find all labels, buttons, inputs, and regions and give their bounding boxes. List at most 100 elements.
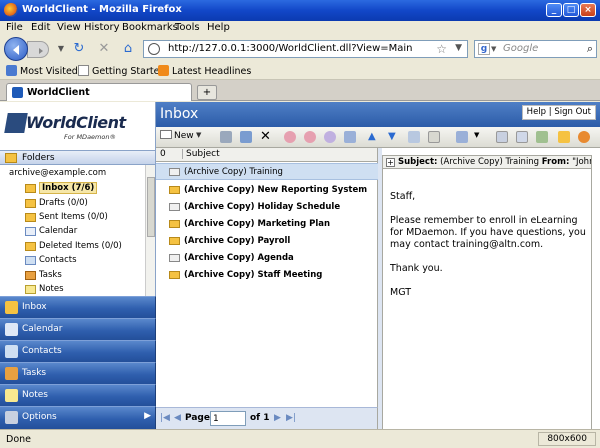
tree-item-label: Contacts	[39, 255, 77, 265]
message-row[interactable]: (Archive Copy) Training	[156, 163, 378, 180]
message-subject: (Archive Copy) Staff Meeting	[184, 270, 323, 280]
window-title-bar: WorldClient - Mozilla Firefox _ □ ×	[0, 0, 600, 21]
reload-icon[interactable]: ↻	[72, 42, 86, 56]
expand-header-icon[interactable]: +	[386, 158, 395, 167]
message-row[interactable]: (Archive Copy) Payroll	[156, 233, 378, 250]
rules-icon[interactable]	[496, 131, 508, 143]
last-page-icon[interactable]: ▶|	[286, 413, 296, 423]
message-subject: (Archive Copy) Training	[184, 167, 283, 177]
minimize-button[interactable]: _	[546, 3, 562, 17]
search-bar[interactable]: g ▼ Google ⌕	[474, 40, 597, 58]
bookmark-latest-headlines[interactable]: Latest Headlines	[158, 65, 251, 77]
menu-help[interactable]: Help	[207, 22, 230, 33]
delete-icon[interactable]: ✕	[260, 130, 272, 143]
reply-all-icon[interactable]	[304, 131, 316, 143]
from-label: From:	[541, 157, 570, 167]
page-count-label: of 1	[250, 413, 270, 423]
home-icon[interactable]: ⌂	[121, 42, 135, 56]
junk-icon[interactable]	[536, 131, 548, 143]
url-bar[interactable]: http://127.0.0.1:3000/WorldClient.dll?Vi…	[143, 40, 468, 58]
nav-button-options[interactable]: Options ▶	[0, 406, 156, 429]
nav-button-calendar[interactable]: Calendar	[0, 318, 156, 340]
message-row[interactable]: (Archive Copy) Marketing Plan	[156, 216, 378, 233]
page-number-input[interactable]	[210, 411, 246, 426]
tree-item-label: Drafts (0/0)	[39, 198, 88, 208]
next-page-icon[interactable]: ▶	[274, 413, 281, 423]
nav-button-notes[interactable]: Notes	[0, 384, 156, 406]
history-dropdown-icon[interactable]: ▼	[54, 42, 68, 56]
navigation-toolbar: ▼ ↻ ✕ ⌂ http://127.0.0.1:3000/WorldClien…	[0, 36, 600, 62]
status-text: Done	[6, 434, 31, 445]
url-dropdown-icon[interactable]: ▼	[455, 43, 462, 53]
folder-tree-scrollbar[interactable]	[145, 165, 155, 296]
print-icon[interactable]	[220, 131, 232, 143]
reply-icon[interactable]	[284, 131, 296, 143]
refresh-icon[interactable]	[578, 131, 590, 143]
google-icon[interactable]: g	[478, 43, 490, 55]
tree-item-label: Deleted Items (0/0)	[39, 241, 122, 251]
message-row[interactable]: (Archive Copy) New Reporting System	[156, 182, 378, 199]
new-message-button[interactable]: New	[160, 130, 194, 141]
new-dropdown-icon[interactable]: ▼	[196, 131, 204, 143]
inbox-title: Inbox	[160, 106, 199, 122]
search-folder-icon[interactable]	[516, 131, 528, 143]
menu-view[interactable]: View	[57, 22, 81, 33]
options-icon	[5, 411, 18, 424]
menu-bookmarks[interactable]: Bookmarks	[122, 22, 178, 33]
link-separator: |	[548, 107, 552, 117]
menu-file[interactable]: File	[6, 22, 23, 33]
bookmark-star-icon[interactable]: ☆	[436, 42, 447, 56]
sign-out-link[interactable]: Sign Out	[554, 107, 591, 117]
menu-history[interactable]: History	[84, 22, 120, 33]
view-source-icon[interactable]	[428, 131, 440, 143]
tree-item-label: Notes	[39, 284, 64, 294]
menu-edit[interactable]: Edit	[31, 22, 50, 33]
tab-worldclient[interactable]: WorldClient	[6, 83, 192, 101]
search-icon[interactable]: ⌕	[587, 42, 593, 56]
menu-tools[interactable]: Tools	[175, 22, 200, 33]
back-button[interactable]	[4, 37, 28, 61]
worldclient-app: WorldClient For MDaemon® Folders archive…	[0, 102, 600, 429]
new-tab-button[interactable]: +	[197, 85, 217, 100]
site-identity-icon[interactable]	[148, 43, 160, 55]
message-row[interactable]: (Archive Copy) Staff Meeting	[156, 267, 378, 284]
message-row[interactable]: (Archive Copy) Agenda	[156, 250, 378, 267]
tag-icon[interactable]	[558, 131, 570, 143]
forward-icon[interactable]	[324, 131, 336, 143]
preview-thanks: Thank you.	[390, 263, 443, 274]
bookmark-most-visited[interactable]: Most Visited	[6, 65, 78, 77]
contacts-icon	[25, 256, 36, 265]
message-subject: (Archive Copy) Holiday Schedule	[184, 202, 341, 212]
next-message-icon[interactable]: ▼	[388, 131, 400, 143]
bookmark-getting-started[interactable]: Getting Started	[78, 65, 165, 77]
scrollbar-thumb[interactable]	[147, 177, 155, 237]
previous-page-icon[interactable]: ◀	[174, 413, 181, 423]
flag-icon[interactable]	[344, 131, 356, 143]
inbox-icon	[5, 301, 18, 314]
bookmarks-toolbar: Most Visited Getting Started Latest Head…	[0, 62, 600, 80]
nav-button-tasks[interactable]: Tasks	[0, 362, 156, 384]
help-link[interactable]: Help	[527, 107, 546, 117]
forward-button[interactable]	[27, 41, 49, 58]
attachment-column-header[interactable]: 0	[160, 149, 166, 159]
first-page-icon[interactable]: |◀	[160, 413, 170, 423]
close-button[interactable]: ×	[580, 3, 596, 17]
subject-column-header[interactable]: Subject	[182, 149, 220, 159]
layout-icon[interactable]	[456, 131, 468, 143]
previous-message-icon[interactable]: ▲	[368, 131, 380, 143]
nav-button-inbox[interactable]: Inbox	[0, 296, 156, 318]
nav-button-label: Contacts	[22, 346, 62, 356]
stop-icon[interactable]: ✕	[97, 42, 111, 56]
mark-read-icon[interactable]	[408, 131, 420, 143]
nav-button-contacts[interactable]: Contacts	[0, 340, 156, 362]
layout-dropdown-icon[interactable]: ▼	[474, 131, 482, 143]
move-icon[interactable]	[240, 131, 252, 143]
status-bar: Done 800x600	[0, 429, 600, 448]
engine-dropdown-icon[interactable]: ▼	[491, 45, 496, 53]
search-placeholder: Google	[503, 43, 539, 54]
page-icon	[78, 65, 89, 76]
worldclient-favicon	[12, 87, 23, 98]
trash-icon	[25, 242, 36, 251]
message-row[interactable]: (Archive Copy) Holiday Schedule	[156, 199, 378, 216]
maximize-button[interactable]: □	[563, 3, 579, 17]
